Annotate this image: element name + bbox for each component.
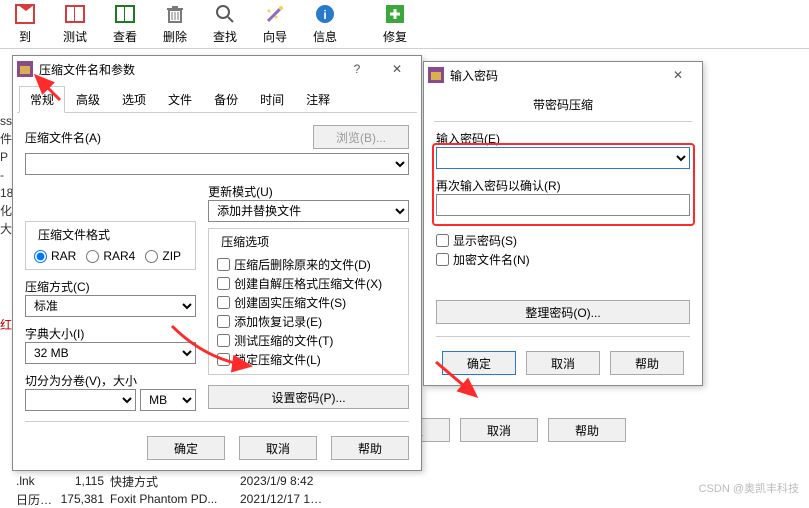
- archive-name-label: 压缩文件名(A): [25, 129, 101, 146]
- options-group: 压缩选项 压缩后删除原来的文件(D) 创建自解压格式压缩文件(X) 创建固实压缩…: [208, 228, 409, 375]
- update-mode-select[interactable]: 添加并替换文件: [208, 200, 409, 222]
- dialog-title: 输入密码: [450, 67, 658, 84]
- help-button[interactable]: 帮助: [610, 351, 684, 375]
- tool-info[interactable]: i信息: [300, 2, 350, 48]
- tool-find[interactable]: 查找: [200, 2, 250, 48]
- format-group: 压缩文件格式 RAR RAR4 ZIP: [25, 221, 196, 270]
- tool-view[interactable]: 查看: [100, 2, 150, 48]
- tab-files[interactable]: 文件: [157, 86, 203, 112]
- ok-button[interactable]: 确定: [442, 351, 516, 375]
- bg-cancel-button[interactable]: 取消: [460, 418, 538, 442]
- format-zip[interactable]: ZIP: [145, 249, 181, 263]
- show-password-checkbox[interactable]: 显示密码(S): [436, 232, 690, 249]
- encrypt-names-checkbox[interactable]: 加密文件名(N): [436, 251, 690, 268]
- tool-test[interactable]: 测试: [50, 2, 100, 48]
- winrar-icon: [428, 67, 444, 83]
- password-label: 输入密码(E): [436, 132, 500, 146]
- browse-button[interactable]: 浏览(B)...: [313, 125, 409, 149]
- tab-options[interactable]: 选项: [111, 86, 157, 112]
- help-button[interactable]: 帮助: [331, 436, 409, 460]
- organize-passwords-button[interactable]: 整理密码(O)...: [436, 300, 690, 324]
- password-field[interactable]: [436, 147, 690, 169]
- table-row: 日历…175,381Foxit Phantom PD...2021/12/17 …: [0, 490, 350, 508]
- close-icon[interactable]: ✕: [658, 64, 698, 86]
- split-size-field[interactable]: [25, 389, 136, 411]
- opt-test[interactable]: 测试压缩的文件(T): [217, 332, 400, 349]
- cancel-button[interactable]: 取消: [526, 351, 600, 375]
- dict-label: 字典大小(I): [25, 327, 84, 341]
- ok-button[interactable]: 确定: [147, 436, 225, 460]
- tool-wizard[interactable]: 向导: [250, 2, 300, 48]
- archive-name-field[interactable]: [25, 153, 409, 175]
- svg-text:i: i: [323, 8, 326, 22]
- help-icon[interactable]: ?: [337, 58, 377, 80]
- left-clipped-red: 红: [0, 316, 12, 333]
- titlebar: 输入密码 ✕: [424, 62, 702, 88]
- cancel-button[interactable]: 取消: [239, 436, 317, 460]
- close-icon[interactable]: ✕: [377, 58, 417, 80]
- tool-repair[interactable]: 修复: [370, 2, 420, 48]
- method-select[interactable]: 标准: [25, 295, 196, 317]
- tool-delete[interactable]: 删除: [150, 2, 200, 48]
- archive-params-dialog: 压缩文件名和参数 ? ✕ 常规 高级 选项 文件 备份 时间 注释 压缩文件名(…: [12, 55, 422, 471]
- password-confirm-label: 再次输入密码以确认(R): [436, 179, 561, 193]
- titlebar: 压缩文件名和参数 ? ✕: [13, 56, 421, 82]
- set-password-button[interactable]: 设置密码(P)...: [208, 385, 409, 409]
- dict-select[interactable]: 32 MB: [25, 342, 196, 364]
- bg-help-button[interactable]: 帮助: [548, 418, 626, 442]
- update-mode-label: 更新模式(U): [208, 185, 273, 199]
- format-rar[interactable]: RAR: [34, 249, 76, 263]
- winrar-icon: [17, 61, 33, 77]
- split-label: 切分为分卷(V)，大小: [25, 374, 137, 388]
- dialog-title: 压缩文件名和参数: [39, 61, 337, 78]
- format-rar4[interactable]: RAR4: [86, 249, 135, 263]
- opt-solid[interactable]: 创建固实压缩文件(S): [217, 294, 400, 311]
- tab-backup[interactable]: 备份: [203, 86, 249, 112]
- split-unit-select[interactable]: MB: [140, 389, 196, 411]
- table-row: .lnk1,115快捷方式2023/1/9 8:42: [0, 472, 350, 490]
- opt-sfx[interactable]: 创建自解压格式压缩文件(X): [217, 275, 400, 292]
- tool-extract[interactable]: 到: [0, 2, 50, 48]
- opt-delete-after[interactable]: 压缩后删除原来的文件(D): [217, 256, 400, 273]
- tab-advanced[interactable]: 高级: [65, 86, 111, 112]
- opt-lock[interactable]: 锁定压缩文件(L): [217, 351, 400, 368]
- method-label: 压缩方式(C): [25, 280, 90, 294]
- tab-comment[interactable]: 注释: [295, 86, 341, 112]
- tab-general[interactable]: 常规: [19, 86, 65, 113]
- opt-recovery[interactable]: 添加恢复记录(E): [217, 313, 400, 330]
- watermark: CSDN @奥凯丰科技: [699, 480, 799, 496]
- main-toolbar: 到 测试 查看 删除 查找 向导 i信息 修复: [0, 0, 809, 49]
- password-dialog: 输入密码 ✕ 带密码压缩 输入密码(E) 再次输入密码以确认(R) 显示密码(S…: [423, 61, 703, 386]
- tab-strip: 常规 高级 选项 文件 备份 时间 注释: [17, 86, 417, 113]
- tab-time[interactable]: 时间: [249, 86, 295, 112]
- password-subtitle: 带密码压缩: [424, 88, 702, 121]
- password-confirm-field[interactable]: [436, 194, 690, 216]
